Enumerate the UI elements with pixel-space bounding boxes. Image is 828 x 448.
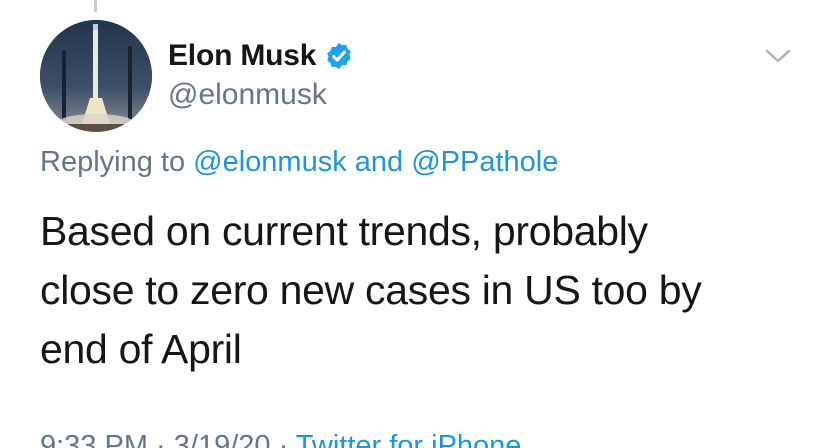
tweet-text-line: Based on current trends, probably (40, 208, 648, 254)
replying-to-line: Replying to @elonmusk and @PPathole (40, 146, 558, 179)
replying-prefix: Replying to (40, 146, 194, 178)
chevron-down-icon[interactable] (764, 44, 792, 68)
tweet-text: Based on current trends, probably close … (40, 202, 810, 379)
tweet-text-line: end of April (40, 326, 242, 372)
rocket-launch-avatar-icon (40, 20, 152, 132)
reply-mention-link-2[interactable]: @PPathole (411, 146, 558, 178)
tweet-text-line: close to zero new cases in US too by (40, 267, 702, 313)
verified-badge-icon (327, 42, 351, 70)
display-name[interactable]: Elon Musk (168, 39, 316, 73)
user-handle[interactable]: @elonmusk (168, 78, 354, 112)
tweet-footer-meta: 9:33 PM · 3/19/20 · Twitter for iPhone (40, 430, 521, 448)
reply-mention-link-1[interactable]: @elonmusk (193, 146, 347, 178)
reply-joiner: and (346, 146, 412, 178)
tweet-header: Elon Musk @elonmusk (168, 36, 354, 112)
timestamp[interactable]: 9:33 PM · 3/19/20 · (40, 430, 296, 448)
tweet-card: Elon Musk @elonmusk Replying to @elonmus… (0, 0, 828, 448)
avatar[interactable] (40, 20, 152, 132)
source-link[interactable]: Twitter for iPhone (296, 430, 522, 448)
name-row: Elon Musk (168, 36, 354, 76)
thread-connector-line (94, 0, 97, 12)
